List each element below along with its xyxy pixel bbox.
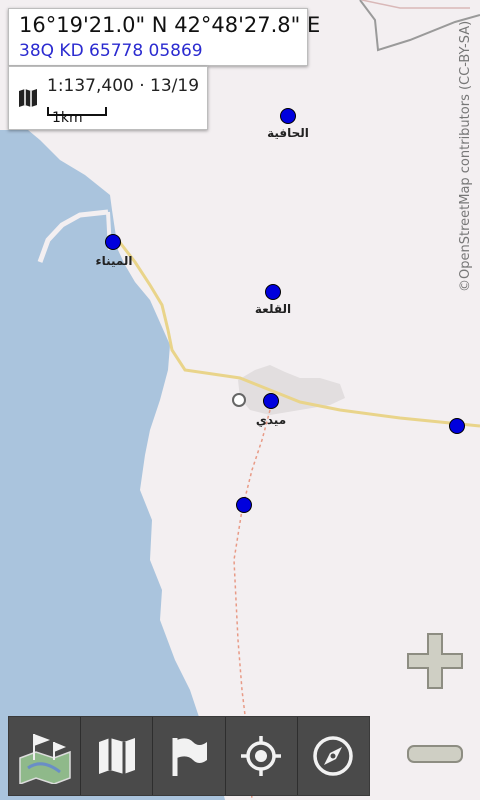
mgrs-coordinates: 38Q KD 65778 05869: [19, 41, 203, 61]
scale-ratio: 1:137,400 · 13/19: [47, 76, 200, 96]
waypoints-button[interactable]: [153, 717, 226, 795]
place-label: ميدي: [256, 413, 286, 427]
latlon-coordinates: 16°19'21.0" N 42°48'27.8" E: [19, 13, 321, 37]
scale-panel[interactable]: 1:137,400 · 13/19 1km: [8, 66, 208, 130]
map-icon: [19, 89, 37, 107]
map-app-icon: [18, 734, 71, 784]
coordinates-panel[interactable]: 16°19'21.0" N 42°48'27.8" E 38Q KD 65778…: [8, 8, 320, 66]
map-attribution: ©OpenStreetMap contributors (CC-BY-SA): [458, 20, 473, 292]
map-app-button[interactable]: [9, 717, 82, 795]
place-label: الميناء: [95, 254, 132, 268]
zoom-in-icon[interactable]: [404, 630, 466, 692]
compass-button[interactable]: [298, 717, 369, 795]
map-icon: [98, 738, 135, 774]
map-layers-button[interactable]: [81, 717, 154, 795]
scale-bar-label: 1km: [52, 110, 83, 126]
place-label: الحافية: [267, 126, 309, 140]
current-location-marker: [232, 393, 246, 407]
poi-south[interactable]: [236, 497, 252, 513]
compass-icon: [313, 736, 354, 776]
poi-east[interactable]: [449, 418, 465, 434]
zoom-out-icon[interactable]: [404, 740, 466, 770]
bottom-toolbar: [8, 716, 370, 796]
place-label: القلعة: [255, 302, 291, 316]
flag-icon: [172, 738, 207, 776]
my-location-button[interactable]: [226, 717, 298, 795]
my-location-icon: [241, 736, 282, 776]
